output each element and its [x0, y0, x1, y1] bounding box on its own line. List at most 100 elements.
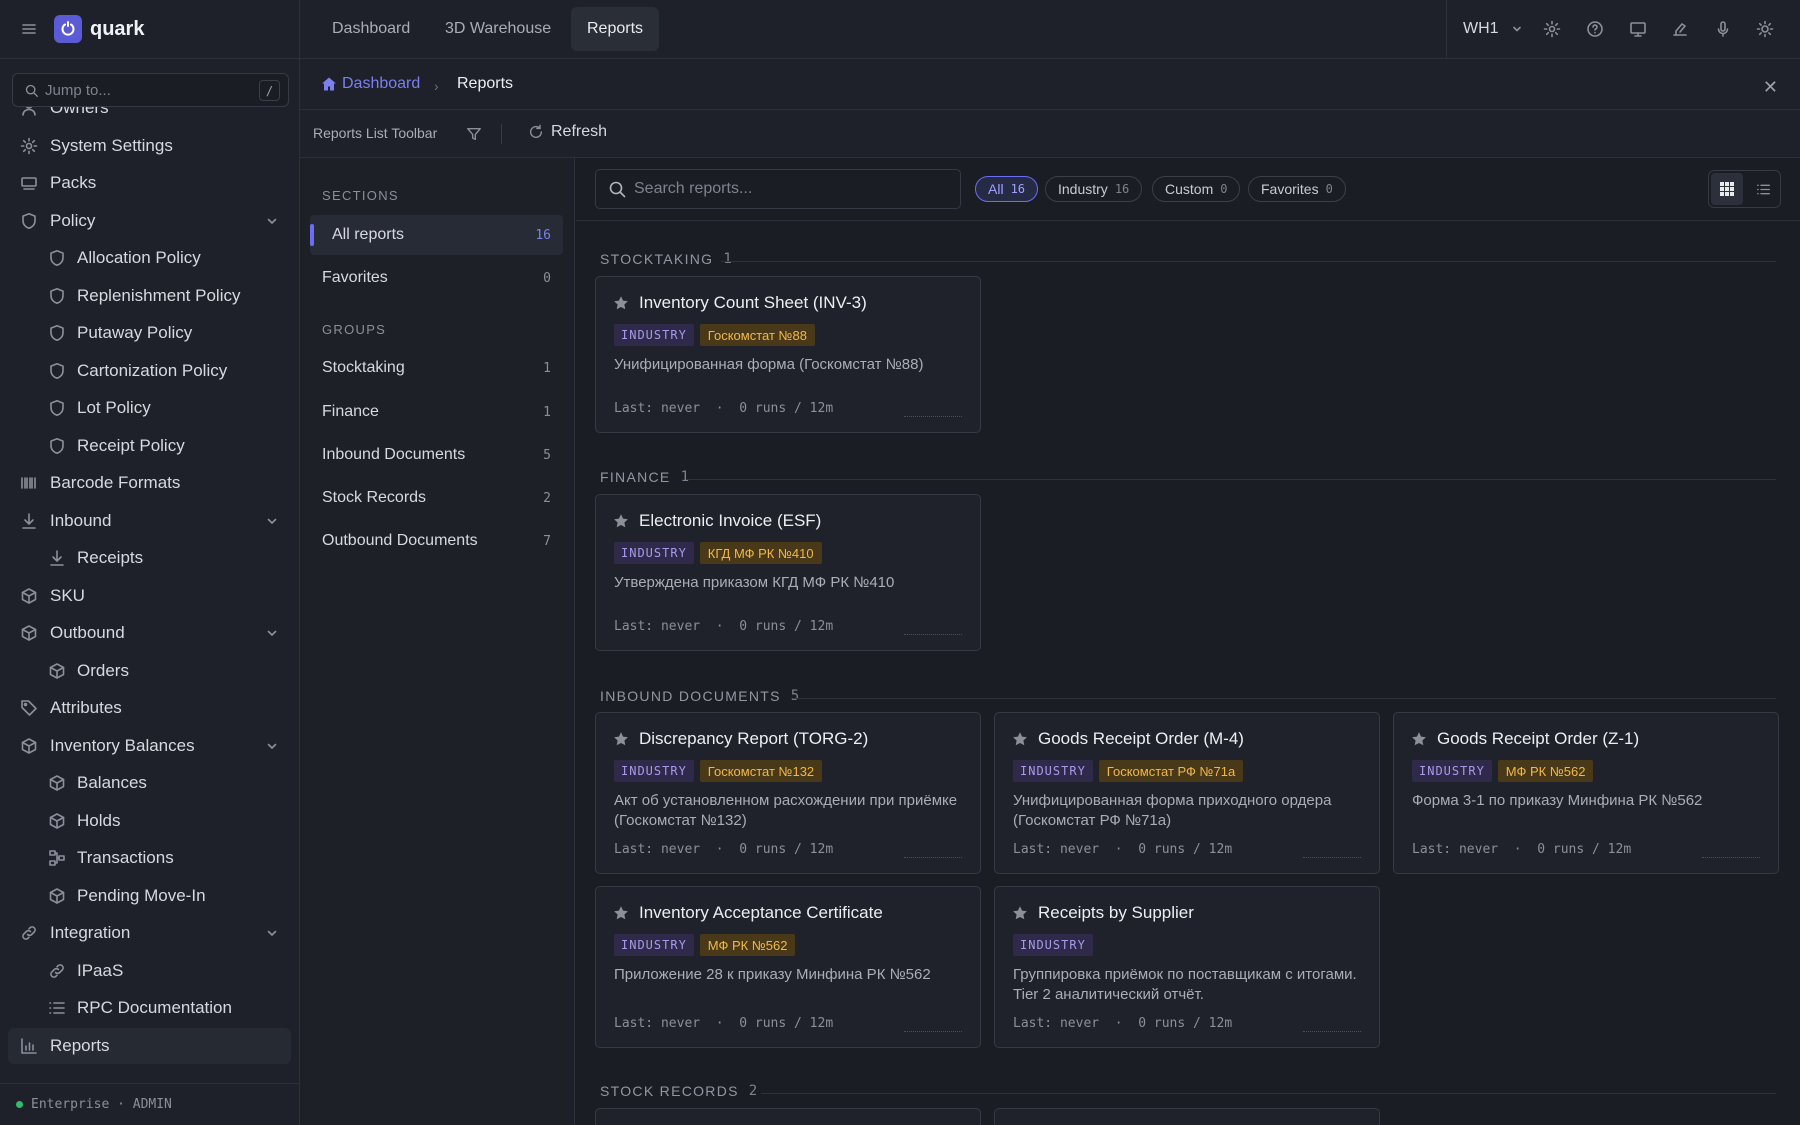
group-inbound-documents[interactable]: Inbound Documents 5: [310, 435, 563, 475]
sidebar-item-reports[interactable]: Reports: [8, 1027, 291, 1064]
refresh-label[interactable]: Refresh: [551, 123, 607, 141]
report-description: Форма 3-1 по приказу Минфина РК №562: [1412, 792, 1703, 809]
report-card[interactable]: Inventory Count Sheet (INV-3) INDUSTRY Гос…: [595, 276, 981, 433]
sidebar-item-putaway-policy[interactable]: Putaway Policy: [8, 315, 291, 351]
group-outbound-documents[interactable]: Outbound Documents 7: [310, 521, 563, 561]
chevron-down-icon[interactable]: [1511, 23, 1523, 35]
group-stocktaking[interactable]: Stocktaking 1: [310, 348, 563, 388]
close-icon[interactable]: ✕: [1763, 77, 1778, 98]
filter-chip-favorites[interactable]: Favorites 0: [1248, 176, 1346, 202]
report-card[interactable]: Goods Receipt Order (M-4) INDUSTRY Госкомс…: [994, 712, 1380, 874]
star-icon[interactable]: [613, 731, 629, 747]
chip-count: 16: [1010, 182, 1026, 196]
star-icon[interactable]: [613, 905, 629, 921]
sidebar-item-cartonization-policy[interactable]: Cartonization Policy: [8, 353, 291, 389]
group-finance[interactable]: Finance 1: [310, 392, 563, 432]
report-title[interactable]: Inventory Count Sheet (INV-3): [639, 293, 867, 313]
filter-icon[interactable]: [466, 126, 482, 142]
sun-icon[interactable]: [1756, 20, 1774, 38]
jump-to-input[interactable]: Jump to... /: [12, 73, 289, 107]
sidebar-item-policy[interactable]: Policy: [8, 203, 291, 239]
breadcrumb-home-label[interactable]: Dashboard: [342, 75, 420, 93]
chevron-down-icon[interactable]: [265, 214, 279, 228]
sidebar-item-inventory-balances[interactable]: Inventory Balances: [8, 728, 291, 764]
group-divider: [686, 479, 1776, 480]
sidebar-item-receipt-policy[interactable]: Receipt Policy: [8, 428, 291, 464]
report-card[interactable]: Discrepancy Report (TORG-2) INDUSTRY Госко…: [595, 712, 981, 874]
filter-chip-all[interactable]: All 16: [975, 176, 1039, 202]
box-icon: [49, 887, 65, 904]
report-title[interactable]: Goods Receipt Order (M-4): [1038, 729, 1244, 749]
sidebar-item-orders[interactable]: Orders: [8, 653, 291, 689]
menu-icon[interactable]: [20, 20, 38, 38]
star-icon[interactable]: [613, 295, 629, 311]
tab-reports[interactable]: Reports: [571, 7, 660, 51]
tab-dashboard[interactable]: Dashboard: [316, 7, 426, 51]
chevron-down-icon[interactable]: [265, 926, 279, 940]
report-card[interactable]: Goods Receipt Order (Z-1) INDUSTRY МФ РК №…: [1393, 712, 1779, 874]
report-card[interactable]: Receipts by Supplier INDUSTRY Группировка …: [994, 886, 1380, 1048]
warehouse-select[interactable]: WH1: [1463, 20, 1499, 38]
sidebar-item-sku[interactable]: SKU: [8, 578, 291, 614]
sidebar-item-holds[interactable]: Holds: [8, 803, 291, 839]
report-title[interactable]: Receipts by Supplier: [1038, 903, 1194, 923]
report-title[interactable]: Discrepancy Report (TORG-2): [639, 729, 868, 749]
search-input[interactable]: Search reports...: [595, 169, 961, 209]
section-all-reports[interactable]: All reports 16: [310, 215, 563, 255]
filter-chip-custom[interactable]: Custom 0: [1152, 176, 1241, 202]
sidebar-item-ipaas[interactable]: IPaaS: [8, 953, 291, 989]
run-sparkline: [904, 415, 962, 417]
sidebar-item-replenishment-policy[interactable]: Replenishment Policy: [8, 278, 291, 314]
sidebar-item-outbound[interactable]: Outbound: [8, 615, 291, 651]
report-meta: Last: never · 0 runs / 12m: [614, 1016, 834, 1031]
grid-view-icon[interactable]: [1711, 173, 1743, 205]
sidebar-item-integration[interactable]: Integration: [8, 915, 291, 951]
report-title[interactable]: Inventory Acceptance Certificate: [639, 903, 883, 923]
chevron-down-icon[interactable]: [265, 514, 279, 528]
sidebar-item-receipts[interactable]: Receipts: [8, 540, 291, 576]
section-favorites[interactable]: Favorites 0: [310, 258, 563, 298]
star-icon[interactable]: [1012, 731, 1028, 747]
mic-icon[interactable]: [1714, 20, 1732, 38]
report-card[interactable]: Inventory Acceptance Certificate INDUSTRY…: [595, 886, 981, 1048]
sidebar-item-barcode-formats[interactable]: Barcode Formats: [8, 465, 291, 501]
sidebar-item-transactions[interactable]: Transactions: [8, 840, 291, 876]
sidebar-item-owners[interactable]: Owners: [8, 107, 291, 126]
sidebar-item-system-settings[interactable]: System Settings: [8, 128, 291, 164]
scanner-icon[interactable]: [1671, 20, 1689, 38]
report-card[interactable]: [595, 1108, 981, 1125]
chevron-down-icon[interactable]: [265, 626, 279, 640]
tab-3d-warehouse[interactable]: 3D Warehouse: [429, 7, 567, 51]
industry-badge: INDUSTRY: [1013, 934, 1093, 956]
sidebar-item-attributes[interactable]: Attributes: [8, 690, 291, 726]
chevron-down-icon[interactable]: [265, 739, 279, 753]
group-stock-records[interactable]: Stock Records 2: [310, 478, 563, 518]
star-icon[interactable]: [1012, 905, 1028, 921]
app-name[interactable]: quark: [90, 18, 144, 41]
license-footer: Enterprise · ADMIN: [0, 1083, 300, 1125]
sidebar-item-lot-policy[interactable]: Lot Policy: [8, 390, 291, 426]
report-title[interactable]: Electronic Invoice (ESF): [639, 511, 821, 531]
chip-count: 0: [1325, 182, 1333, 196]
sidebar-item-rpc-documentation[interactable]: RPC Documentation: [8, 990, 291, 1026]
sidebar-item-inbound[interactable]: Inbound: [8, 503, 291, 539]
help-icon[interactable]: [1586, 20, 1604, 38]
sidebar-item-pending-move-in[interactable]: Pending Move-In: [8, 878, 291, 914]
sidebar-item-packs[interactable]: Packs: [8, 165, 291, 201]
gear-icon[interactable]: [1543, 20, 1561, 38]
star-icon[interactable]: [1411, 731, 1427, 747]
filter-chip-industry[interactable]: Industry 16: [1045, 176, 1143, 202]
quark-logo-icon[interactable]: [54, 15, 82, 43]
refresh-button[interactable]: Refresh: [528, 123, 607, 141]
sidebar-item-allocation-policy[interactable]: Allocation Policy: [8, 240, 291, 276]
sections-panel: SECTIONS All reports 16 Favorites 0 GROU…: [300, 158, 575, 1125]
list-view-icon[interactable]: [1747, 173, 1779, 205]
breadcrumb-home[interactable]: Dashboard: [321, 75, 420, 93]
sidebar-item-balances[interactable]: Balances: [8, 765, 291, 801]
report-title[interactable]: Goods Receipt Order (Z-1): [1437, 729, 1639, 749]
box-icon: [49, 812, 65, 829]
report-card[interactable]: Electronic Invoice (ESF) INDUSTRY КГД МФ Р…: [595, 494, 981, 651]
report-card[interactable]: [994, 1108, 1380, 1125]
monitor-icon[interactable]: [1629, 20, 1647, 38]
star-icon[interactable]: [613, 513, 629, 529]
